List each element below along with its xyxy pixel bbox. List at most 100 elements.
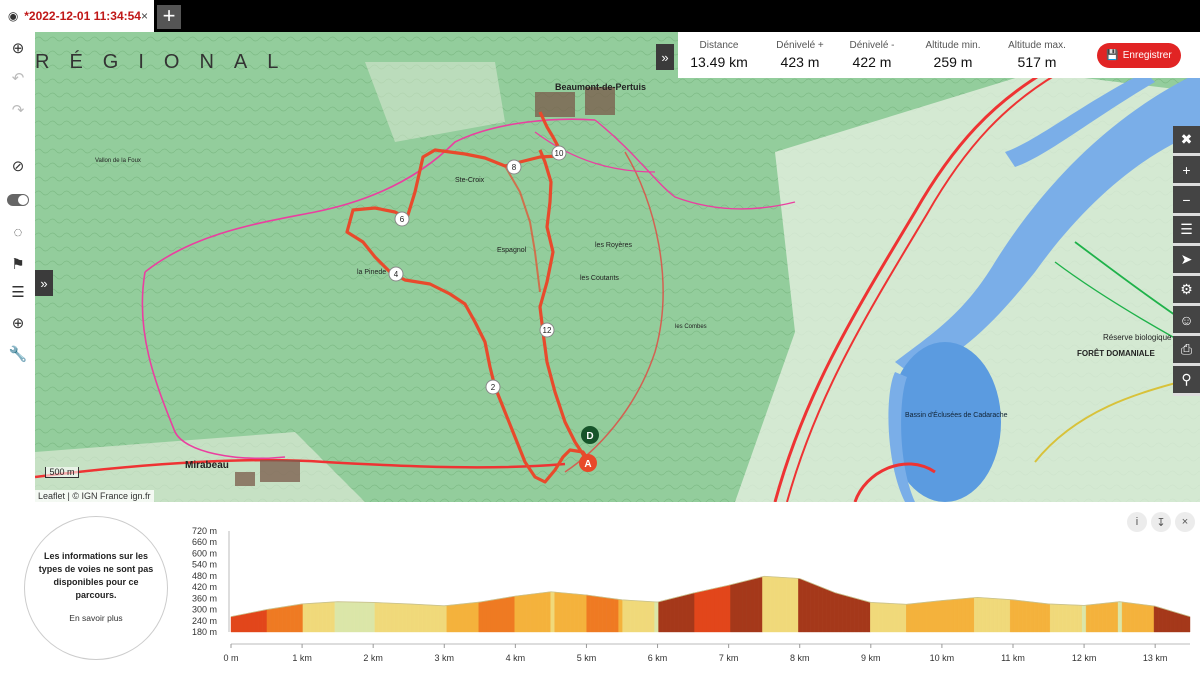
elevation-segment (298, 603, 304, 633)
elevation-segment (494, 598, 499, 633)
elevation-segment (398, 603, 404, 633)
elevation-segment (650, 601, 655, 633)
save-icon: 💾 (1106, 50, 1119, 61)
elevation-segment (998, 598, 1003, 633)
elevation-segment (1057, 604, 1063, 633)
elevation-segment (734, 582, 739, 633)
elevation-segment (778, 576, 783, 633)
menu-icon[interactable]: ☰ (5, 280, 31, 304)
elevation-segment (846, 595, 851, 633)
elevation-segment (630, 600, 635, 633)
elevation-chart[interactable]: 720 m660 m600 m 540 m480 m420 m360 m 300 m… (0, 502, 1200, 675)
expand-sidebar-button[interactable]: » (35, 270, 53, 296)
elevation-segment (326, 601, 332, 633)
record-button[interactable]: 💾 Enregistrer (1097, 43, 1181, 68)
elevation-segment (262, 609, 268, 633)
map-label: Réserve biologique de (1103, 333, 1183, 342)
elevation-segment (574, 593, 579, 633)
elevation-segment (886, 603, 891, 633)
stat-label: Dénivelé - (849, 40, 895, 51)
locate-icon[interactable]: ➤ (1173, 246, 1200, 276)
elevation-segment (654, 601, 659, 633)
person-icon[interactable]: ☺ (1173, 306, 1200, 336)
elevation-segment (314, 602, 320, 633)
zoom-in-icon[interactable]: + (1173, 156, 1200, 186)
start-marker[interactable]: A (584, 459, 591, 470)
elevation-segment (278, 606, 284, 633)
elevation-segment (1021, 600, 1027, 633)
layers-icon[interactable]: ☰ (1173, 216, 1200, 246)
hide-icon[interactable]: ◌ (5, 220, 31, 244)
route-icon[interactable]: ⚑ (5, 252, 31, 276)
elevation-segment (1113, 601, 1119, 633)
x-tick-label: 0 m (223, 653, 238, 663)
stat-value: 13.49 km (690, 54, 748, 70)
x-tick-label: 13 km (1143, 653, 1168, 663)
elevation-segment (566, 592, 571, 633)
close-icon[interactable]: × (141, 9, 148, 23)
print-icon[interactable]: ⎙ (1173, 336, 1200, 366)
undo-icon[interactable]: ↶ (5, 66, 31, 90)
elevation-segment (762, 576, 767, 633)
map[interactable]: 10 8 6 4 12 2 D A RÉGIONAL Beaumont-de-P… (35, 32, 1200, 502)
map-attribution[interactable]: Leaflet | © IGN France ign.fr (35, 490, 154, 502)
route-marker[interactable]: 6 (400, 215, 405, 224)
elevation-segment (666, 598, 671, 633)
zoom-extent-icon[interactable]: ⊕ (5, 36, 31, 60)
elevation-segment (926, 601, 931, 633)
elevation-segment (526, 594, 531, 633)
elevation-segment (702, 589, 707, 633)
end-marker[interactable]: D (586, 431, 593, 442)
x-tick-label: 7 km (719, 653, 739, 663)
pin-icon[interactable]: ⚲ (1173, 366, 1200, 396)
elevation-segment (678, 595, 683, 633)
elevation-segment (330, 601, 336, 633)
route-marker[interactable]: 12 (543, 326, 552, 335)
elevation-segment (1033, 602, 1039, 633)
elevation-segment (370, 602, 376, 633)
elevation-segment (610, 598, 615, 633)
elevation-segment (738, 581, 743, 633)
elevation-segment (290, 604, 296, 633)
redo-icon[interactable]: ↷ (5, 98, 31, 122)
elevation-segment (286, 605, 292, 633)
no-entry-icon[interactable]: ⊘ (5, 154, 31, 178)
elevation-segment (1009, 599, 1015, 633)
map-canvas: 10 8 6 4 12 2 D A RÉGIONAL Beaumont-de-P… (35, 32, 1200, 502)
elevation-segment (750, 578, 755, 633)
elevation-segment (618, 599, 623, 633)
adjust-icon[interactable]: ⚙ (1173, 276, 1200, 306)
compress-icon[interactable]: ✖ (1173, 126, 1200, 156)
elevation-segment (914, 602, 919, 633)
route-marker[interactable]: 10 (555, 149, 564, 158)
route-marker[interactable]: 8 (512, 163, 517, 172)
elevation-segment (1137, 603, 1143, 633)
elevation-segment (1161, 607, 1167, 633)
elevation-segment (1169, 610, 1175, 633)
elevation-segment (598, 596, 603, 633)
elevation-segment (794, 577, 799, 633)
elevation-segment (378, 602, 384, 633)
elevation-segment (806, 580, 811, 633)
route-marker[interactable]: 4 (394, 270, 399, 279)
toggle-icon[interactable] (5, 188, 31, 212)
elevation-segment (966, 597, 971, 633)
elevation-segment (490, 599, 495, 633)
active-tab[interactable]: ◉ *2022-12-01 11:34:54 × (0, 0, 154, 32)
stat-elevation-loss: Dénivelé - 422 m (844, 40, 900, 70)
elevation-segment (870, 602, 875, 633)
expand-panel-button[interactable]: » (656, 44, 674, 70)
zoom-out-icon[interactable]: − (1173, 186, 1200, 216)
elevation-segment (694, 591, 699, 633)
wrench-icon[interactable]: 🔧 (5, 342, 31, 366)
record-button-label: Enregistrer (1122, 50, 1172, 61)
elevation-segment (674, 596, 679, 633)
elevation-segment (882, 602, 887, 633)
eye-icon: ◉ (7, 9, 19, 23)
add-location-icon[interactable]: ⊕ (5, 311, 31, 335)
new-tab-button[interactable]: + (157, 5, 181, 29)
map-label: la Pinede (357, 269, 386, 276)
map-label: Mirabeau (185, 460, 229, 471)
elevation-segment (434, 605, 439, 633)
route-marker[interactable]: 2 (491, 383, 496, 392)
